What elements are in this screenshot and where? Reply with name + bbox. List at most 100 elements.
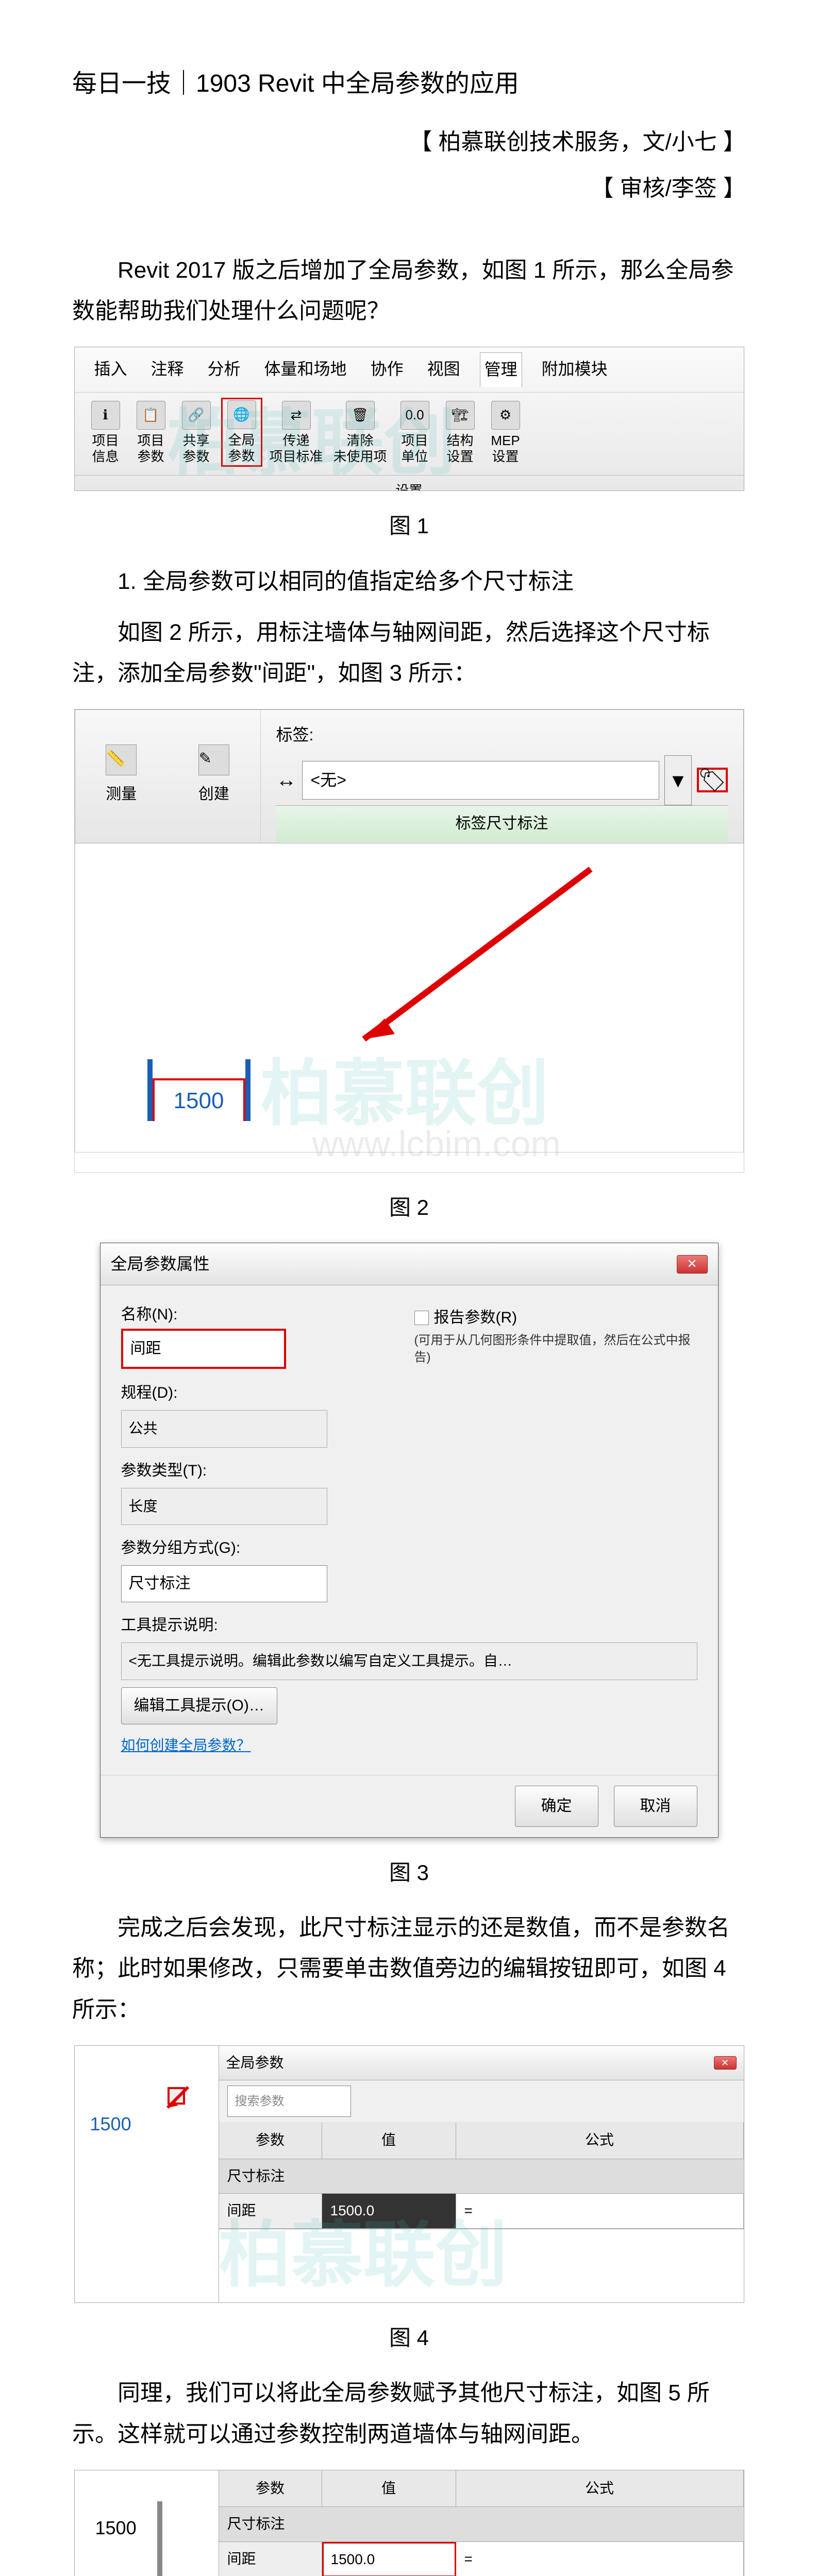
th-value: 值 — [322, 2470, 456, 2507]
cancel-button[interactable]: 取消 — [614, 1786, 697, 1827]
btn-label: 设置 — [492, 449, 519, 465]
p-after3: 完成之后会发现，此尺寸标注显示的还是数值，而不是参数名称；此时如果修改，只需要单… — [72, 1907, 746, 2030]
dim-value[interactable]: 1500 — [90, 2108, 131, 2141]
label-dropdown[interactable]: <无> — [302, 761, 660, 800]
btn-label: 全局 — [228, 432, 255, 448]
cell-param-value[interactable]: 1500.0 — [322, 2542, 456, 2576]
fig2-caption: 图 2 — [72, 1188, 746, 1227]
tab-massing[interactable]: 体量和场地 — [260, 352, 351, 387]
th-formula: 公式 — [456, 2470, 744, 2507]
tooltip-label: 工具提示说明: — [121, 1612, 697, 1639]
units-icon: 0.0 — [400, 401, 429, 430]
article-title: 每日一技｜1903 Revit 中全局参数的应用 — [72, 62, 746, 106]
btn-transfer-standards[interactable]: ⇄ 传递 项目标准 — [266, 399, 326, 467]
struct-icon: 🏗 — [446, 401, 475, 430]
red-arrow-icon — [162, 2082, 193, 2113]
btn-label: 信息 — [92, 449, 119, 465]
group-select[interactable]: 尺寸标注 — [121, 1565, 327, 1602]
measure-icon[interactable]: 📏 — [106, 744, 137, 775]
tab-insert[interactable]: 插入 — [90, 352, 131, 387]
transfer-icon: ⇄ — [282, 401, 311, 430]
dimension-value[interactable]: 1500 — [153, 1078, 245, 1121]
edit-tooltip-button[interactable]: 编辑工具提示(O)… — [121, 1687, 277, 1724]
btn-project-info[interactable]: ℹ 项目 信息 — [85, 399, 126, 467]
purge-icon: 🗑 — [346, 401, 375, 430]
dialog-title: 全局参数 — [226, 2050, 284, 2076]
section1-title: 1. 全局参数可以相同的值指定给多个尺寸标注 — [72, 561, 746, 602]
cell-formula[interactable]: = — [456, 2542, 744, 2576]
btn-label: 清除 — [347, 433, 374, 449]
cell-param-value[interactable]: 1500.0 — [322, 2194, 456, 2228]
intro-paragraph: Revit 2017 版之后增加了全局参数，如图 1 所示，那么全局参数能帮助我… — [72, 250, 746, 331]
tab-annotate[interactable]: 注释 — [147, 352, 188, 387]
fig4-caption: 图 4 — [72, 2318, 746, 2358]
btn-label: MEP — [491, 433, 520, 449]
section1-p1: 如图 2 所示，用标注墙体与轴网间距，然后选择这个尺寸标注，添加全局参数"间距"… — [72, 612, 746, 693]
create-label: 创建 — [198, 781, 229, 808]
btn-mep-settings[interactable]: ⚙ MEP 设置 — [485, 399, 526, 467]
btn-label: 共享 — [182, 433, 209, 449]
btn-units[interactable]: 0.0 项目 单位 — [394, 399, 436, 467]
ribbon-tabs: 插入 注释 分析 体量和场地 协作 视图 管理 附加模块 — [75, 352, 744, 393]
name-label: 名称(N): — [121, 1301, 404, 1329]
cell-param-name: 间距 — [219, 2194, 322, 2228]
category-row: 尺寸标注 — [219, 2159, 744, 2194]
fig1-caption: 图 1 — [72, 506, 746, 546]
close-button[interactable]: ✕ — [714, 2056, 737, 2070]
btn-project-params[interactable]: 📋 项目 参数 — [130, 399, 172, 467]
reviewer: 【 审核/李签 】 — [72, 168, 746, 209]
paramtype-select[interactable]: 长度 — [121, 1488, 327, 1525]
ok-button[interactable]: 确定 — [515, 1786, 598, 1827]
table-row[interactable]: 间距 1500.0 = — [219, 2542, 744, 2576]
th-value: 值 — [322, 2122, 456, 2159]
th-formula: 公式 — [456, 2122, 744, 2159]
mep-icon: ⚙ — [491, 401, 520, 430]
create-group: ✎ 创建 — [168, 710, 260, 843]
discipline-label: 规程(D): — [121, 1379, 697, 1407]
close-button[interactable]: ✕ — [677, 1255, 708, 1274]
tab-view[interactable]: 视图 — [423, 352, 464, 387]
p-after4: 同理，我们可以将此全局参数赋予其他尺寸标注，如图 5 所示。这样就可以通过参数控… — [72, 2372, 746, 2454]
btn-global-params[interactable]: 🌐 全局 参数 — [221, 398, 262, 467]
btn-label: 项目 — [402, 433, 428, 449]
btn-label: 项目标准 — [270, 449, 323, 465]
tab-addins[interactable]: 附加模块 — [538, 352, 612, 387]
cell-formula[interactable]: = — [456, 2194, 744, 2228]
ribbon-body: ℹ 项目 信息 📋 项目 参数 🔗 共享 参数 🌐 全局 参数 ⇄ 传递 项目标… — [75, 393, 744, 472]
measure-group: 📏 测量 — [75, 710, 168, 843]
btn-struct-settings[interactable]: 🏗 结构 设置 — [440, 399, 481, 467]
btn-label: 参数 — [228, 448, 255, 464]
label-text: 标签: — [276, 720, 728, 750]
report-hint: (可用于从几何图形条件中提取值，然后在公式中报告) — [414, 1332, 697, 1366]
figure-5: 1500 1500 参数 值 公式 尺寸标注 间距 1500.0 = — [74, 2470, 744, 2576]
report-checkbox[interactable] — [414, 1311, 429, 1325]
fig3-caption: 图 3 — [72, 1853, 746, 1892]
dropdown-arrow-icon[interactable]: ▾ — [664, 755, 691, 805]
group-label: 参数分组方式(G): — [121, 1534, 697, 1562]
panel-label: 标签尺寸标注 — [276, 805, 728, 842]
tab-manage[interactable]: 管理 — [480, 352, 522, 387]
paramtype-label: 参数类型(T): — [121, 1457, 697, 1485]
tab-collaborate[interactable]: 协作 — [366, 352, 408, 387]
name-input[interactable]: 间距 — [121, 1329, 286, 1369]
btn-label: 传递 — [283, 433, 310, 449]
create-param-button[interactable]: 🏷 — [697, 768, 728, 792]
figure-2: 📏 测量 ✎ 创建 标签: ↔ <无> ▾ 🏷 标签尺寸标注 1 — [74, 709, 744, 1173]
report-label: 报告参数(R) — [434, 1304, 517, 1332]
table-row[interactable]: 间距 1500.0 = — [219, 2194, 744, 2228]
btn-label: 设置 — [447, 449, 474, 465]
howto-link[interactable]: 如何创建全局参数？ — [121, 1733, 251, 1758]
discipline-select[interactable]: 公共 — [121, 1410, 327, 1447]
tab-analyze[interactable]: 分析 — [204, 352, 245, 387]
btn-label: 单位 — [402, 449, 428, 465]
cell-param-name: 间距 — [219, 2542, 322, 2576]
search-input[interactable]: 搜索参数 — [227, 2086, 351, 2117]
create-icon[interactable]: ✎ — [198, 744, 229, 775]
btn-label: 参数 — [182, 449, 209, 465]
btn-label: 参数 — [137, 449, 164, 465]
th-param: 参数 — [219, 2470, 322, 2507]
btn-label: 项目 — [92, 433, 119, 449]
btn-label: 未使用项 — [333, 449, 387, 465]
btn-purge[interactable]: 🗑 清除 未使用项 — [330, 399, 390, 467]
btn-shared-params[interactable]: 🔗 共享 参数 — [176, 399, 217, 467]
